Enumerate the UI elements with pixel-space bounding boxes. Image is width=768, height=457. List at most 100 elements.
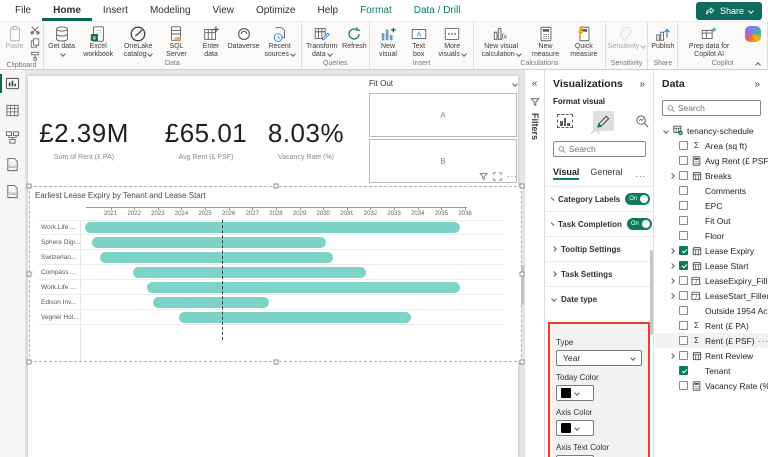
menu-tab-home[interactable]: Home: [42, 0, 92, 21]
field-checkbox-area-sq-ft[interactable]: [679, 141, 688, 150]
visual-filter-icon[interactable]: [479, 172, 488, 181]
field-checkbox-vacancy-rate[interactable]: [679, 381, 688, 390]
color-picker-axis-color[interactable]: [556, 420, 594, 436]
toggle-on[interactable]: On: [625, 193, 650, 205]
field-row-leaseexpiry-fill[interactable]: fxLeaseExpiry_Fill...: [655, 273, 768, 288]
field-row-fit-out[interactable]: Fit Out: [655, 213, 768, 228]
field-row-breaks[interactable]: Breaks: [655, 168, 768, 183]
field-row-rent-review[interactable]: Rent Review: [655, 348, 768, 363]
table-row-tenancy-schedule[interactable]: tenancy-schedule: [655, 123, 768, 138]
prep-data-for-copilot-ai-button[interactable]: Prep data for Copilot AI: [679, 23, 739, 60]
field-checkbox-tenant[interactable]: [679, 366, 688, 375]
resize-handle[interactable]: [273, 184, 278, 189]
field-checkbox-rent-pa[interactable]: [679, 321, 688, 330]
rail-item-report-view[interactable]: [0, 70, 25, 97]
kpi-card[interactable]: £65.01Avg Rent (£ PSF): [150, 118, 262, 161]
tab-general[interactable]: General: [590, 167, 622, 180]
gantt-visual[interactable]: Earliest Lease Expiry by Tenant and Leas…: [29, 186, 522, 362]
menu-tab-data-drill[interactable]: Data / Drill: [403, 0, 472, 21]
gantt-bar[interactable]: [92, 237, 326, 248]
gantt-bar[interactable]: [100, 252, 333, 263]
chevron-right-icon[interactable]: [668, 249, 676, 253]
resize-handle[interactable]: [27, 184, 32, 189]
resize-handle[interactable]: [520, 272, 525, 277]
rail-item-dax-query-view[interactable]: DAX: [0, 151, 25, 178]
menu-tab-insert[interactable]: Insert: [92, 0, 139, 21]
slicer-option-a[interactable]: A: [369, 93, 517, 137]
refresh-button[interactable]: Refresh: [341, 23, 368, 52]
format-section-category-labels[interactable]: Category LabelsOn: [546, 186, 653, 211]
transform-data-button[interactable]: Transform data: [303, 23, 341, 60]
new-visual-button[interactable]: New visual: [371, 23, 405, 60]
field-row-rent-psf[interactable]: ΣRent (£ PSF)···: [655, 333, 768, 348]
field-checkbox-comments[interactable]: [679, 186, 688, 195]
copilot-logo-button[interactable]: [739, 23, 766, 44]
slicer-chevron-icon[interactable]: [512, 81, 518, 87]
field-row-epc[interactable]: EPC: [655, 198, 768, 213]
resize-handle[interactable]: [520, 184, 525, 189]
gantt-bar[interactable]: [153, 297, 269, 308]
field-more-options-icon[interactable]: ···: [758, 336, 768, 346]
quick-measure-button[interactable]: Quick measure: [564, 23, 604, 60]
resize-handle[interactable]: [520, 360, 525, 365]
gantt-bar[interactable]: [85, 222, 461, 233]
field-row-lease-start[interactable]: Lease Start: [655, 258, 768, 273]
format-section-date-type[interactable]: Date type: [546, 286, 653, 311]
format-section-tooltip-settings[interactable]: Tooltip Settings: [546, 236, 653, 261]
format-tabs-more-icon[interactable]: ...: [635, 169, 646, 179]
text-box-button[interactable]: AText box: [405, 23, 432, 60]
get-data-button[interactable]: Get data: [45, 23, 78, 60]
collapse-visualizations-icon[interactable]: »: [639, 79, 645, 90]
field-row-avg-rent-psf[interactable]: Avg Rent (£ PSF): [655, 153, 768, 168]
chevron-right-icon[interactable]: [668, 279, 676, 283]
report-canvas[interactable]: £2.39MSum of Rent (£ PA)£65.01Avg Rent (…: [26, 70, 524, 457]
field-checkbox-leaseexpiry-fill[interactable]: [679, 276, 688, 285]
resize-handle[interactable]: [273, 360, 278, 365]
dataverse-button[interactable]: Dataverse: [227, 23, 259, 52]
collapse-data-pane-icon[interactable]: »: [754, 79, 760, 90]
data-search-input[interactable]: [678, 103, 756, 113]
date-type-dropdown[interactable]: Year: [556, 350, 642, 366]
field-row-comments[interactable]: Comments: [655, 183, 768, 198]
expand-filters-icon[interactable]: «: [525, 70, 544, 89]
format-painter-icon[interactable]: [28, 50, 42, 62]
menu-tab-view[interactable]: View: [202, 0, 246, 21]
gantt-bar[interactable]: [133, 267, 366, 278]
kpi-card[interactable]: £2.39MSum of Rent (£ PA): [28, 118, 140, 161]
field-row-floor[interactable]: Floor: [655, 228, 768, 243]
new-measure-button[interactable]: New measure: [527, 23, 564, 60]
gantt-bar[interactable]: [179, 312, 411, 323]
share-button[interactable]: Share: [696, 2, 762, 20]
more-visuals-button[interactable]: More visuals: [432, 23, 472, 60]
visualizations-scrollbar[interactable]: [650, 250, 653, 335]
rail-item-table-view[interactable]: [0, 97, 25, 124]
tab-visual[interactable]: Visual: [553, 167, 579, 180]
rail-item-tmdl-view[interactable]: TMDL: [0, 178, 25, 205]
paste-button[interactable]: Paste: [1, 23, 28, 52]
kpi-card[interactable]: 8.03%Vacancy Rate (%): [250, 118, 362, 161]
menu-tab-file[interactable]: File: [4, 0, 42, 21]
onelake-catalog-button[interactable]: OneLake catalog: [118, 23, 158, 60]
data-search-box[interactable]: [662, 100, 761, 116]
format-search-box[interactable]: [553, 141, 646, 157]
visual-more-options-icon[interactable]: ···: [507, 172, 518, 181]
field-checkbox-rent-psf[interactable]: [679, 336, 688, 345]
rail-item-model-view[interactable]: [0, 124, 25, 151]
menu-tab-optimize[interactable]: Optimize: [245, 0, 306, 21]
report-page[interactable]: £2.39MSum of Rent (£ PA)£65.01Avg Rent (…: [28, 76, 518, 457]
scissors-icon[interactable]: [28, 24, 42, 36]
resize-handle[interactable]: [27, 360, 32, 365]
format-section-task-completion[interactable]: Task CompletionOn: [546, 211, 653, 236]
build-visual-icon[interactable]: [554, 111, 576, 131]
field-row-area-sq-ft[interactable]: ΣArea (sq ft): [655, 138, 768, 153]
field-checkbox-leasestart-filled[interactable]: [679, 291, 688, 300]
menu-tab-modeling[interactable]: Modeling: [139, 0, 202, 21]
filters-pane-label[interactable]: Filters: [530, 113, 540, 140]
format-section-task-settings[interactable]: Task Settings: [546, 261, 653, 286]
field-checkbox-floor[interactable]: [679, 231, 688, 240]
field-row-tenant[interactable]: Tenant: [655, 363, 768, 378]
field-row-rent-pa[interactable]: ΣRent (£ PA): [655, 318, 768, 333]
field-checkbox-rent-review[interactable]: [679, 351, 688, 360]
fit-out-slicer[interactable]: Fit Out AB: [362, 78, 519, 182]
menu-tab-help[interactable]: Help: [306, 0, 349, 21]
